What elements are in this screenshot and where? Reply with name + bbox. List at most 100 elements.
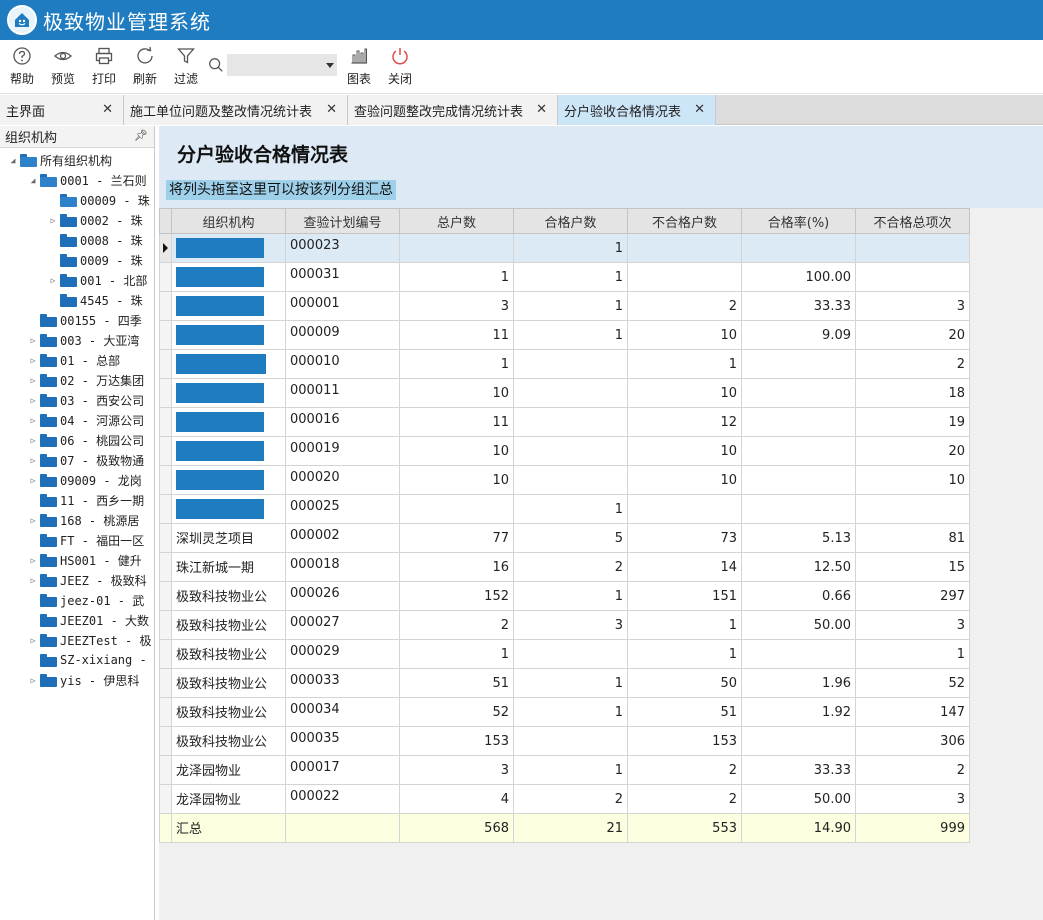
table-cell[interactable]: 000035 — [285, 726, 400, 756]
table-cell[interactable]: 000016 — [285, 407, 400, 437]
table-cell[interactable] — [741, 378, 856, 408]
table-cell[interactable] — [513, 639, 628, 669]
tab-construction-issues[interactable]: 施工单位问题及整改情况统计表 ✕ — [124, 95, 348, 125]
table-cell[interactable] — [741, 407, 856, 437]
row-indicator[interactable] — [159, 552, 172, 582]
column-header[interactable]: 组织机构 — [171, 208, 286, 234]
table-cell[interactable]: 2 — [513, 784, 628, 814]
expand-toggle-icon[interactable]: ▷ — [28, 336, 38, 345]
table-cell[interactable]: 3 — [399, 755, 514, 785]
refresh-button[interactable]: 刷新 — [126, 46, 164, 90]
row-indicator[interactable] — [159, 813, 172, 843]
table-cell[interactable]: 11 — [399, 320, 514, 350]
tree-node[interactable]: 00155 - 四季 — [28, 310, 142, 330]
table-cell[interactable]: 2 — [627, 784, 742, 814]
table-cell[interactable]: 151 — [627, 581, 742, 611]
preview-button[interactable]: 预览 — [44, 46, 82, 90]
table-cell[interactable]: 18 — [855, 378, 970, 408]
tree-node[interactable]: ▷ 0002 - 珠 — [48, 210, 143, 230]
tree-node[interactable]: ◢ 0001 - 兰石则 — [28, 170, 147, 190]
table-cell[interactable]: 极致科技物业公 — [171, 668, 286, 698]
table-cell[interactable]: 73 — [627, 523, 742, 553]
row-indicator[interactable] — [159, 639, 172, 669]
table-cell[interactable]: 1 — [399, 262, 514, 292]
table-row[interactable]: 000011 10 10 18 — [159, 378, 970, 408]
tree-node[interactable]: ▷ 03 - 西安公司 — [28, 390, 144, 410]
table-row[interactable]: 极致科技物业公 000035 153 153 306 — [159, 726, 970, 756]
table-cell[interactable]: 50.00 — [741, 610, 856, 640]
table-cell[interactable]: 15 — [855, 552, 970, 582]
expand-toggle-icon[interactable]: ▷ — [28, 456, 38, 465]
close-icon[interactable]: ✕ — [694, 102, 705, 117]
table-cell[interactable]: 1 — [513, 291, 628, 321]
row-indicator[interactable] — [159, 291, 172, 321]
table-cell[interactable]: 000009 — [285, 320, 400, 350]
tab-inspection-rectification[interactable]: 查验问题整改完成情况统计表 ✕ — [348, 95, 558, 125]
table-cell[interactable]: 50.00 — [741, 784, 856, 814]
table-cell[interactable]: 12.50 — [741, 552, 856, 582]
table-cell[interactable]: 77 — [399, 523, 514, 553]
table-cell[interactable]: 3 — [855, 291, 970, 321]
table-cell[interactable] — [855, 494, 970, 524]
table-cell[interactable]: 51 — [399, 668, 514, 698]
table-cell[interactable] — [171, 349, 286, 379]
table-cell[interactable] — [285, 813, 400, 843]
tree-node[interactable]: 11 - 西乡一期 — [28, 490, 144, 510]
table-cell[interactable]: 0.66 — [741, 581, 856, 611]
table-cell[interactable]: 568 — [399, 813, 514, 843]
table-row[interactable]: 000001 3 1 2 33.33 3 — [159, 291, 970, 321]
table-row[interactable]: 极致科技物业公 000033 51 1 50 1.96 52 — [159, 668, 970, 698]
tree-node[interactable]: ▷ 06 - 桃园公司 — [28, 430, 144, 450]
table-cell[interactable]: 14 — [627, 552, 742, 582]
tree-node[interactable]: ▷ yis - 伊思科 — [28, 670, 139, 690]
table-cell[interactable]: 1 — [855, 639, 970, 669]
table-cell[interactable]: 100.00 — [741, 262, 856, 292]
table-cell[interactable] — [741, 639, 856, 669]
tree-node[interactable]: ▷ JEEZTest - 极 — [28, 630, 151, 650]
table-row[interactable]: 极致科技物业公 000029 1 1 1 — [159, 639, 970, 669]
expand-toggle-icon[interactable]: ▷ — [28, 576, 38, 585]
table-cell[interactable] — [513, 436, 628, 466]
table-cell[interactable]: 50 — [627, 668, 742, 698]
table-cell[interactable]: 3 — [855, 784, 970, 814]
table-row[interactable]: 极致科技物业公 000034 52 1 51 1.92 147 — [159, 697, 970, 727]
expand-toggle-icon[interactable]: ◢ — [28, 176, 38, 185]
print-button[interactable]: 打印 — [85, 46, 123, 90]
table-cell[interactable] — [171, 436, 286, 466]
table-cell[interactable] — [171, 465, 286, 495]
tree-node[interactable]: ▷ 02 - 万达集团 — [28, 370, 144, 390]
table-cell[interactable]: 20 — [855, 436, 970, 466]
search-input[interactable] — [227, 54, 337, 76]
expand-toggle-icon[interactable]: ▷ — [28, 636, 38, 645]
table-cell[interactable] — [741, 436, 856, 466]
table-cell[interactable]: 极致科技物业公 — [171, 639, 286, 669]
table-cell[interactable] — [741, 349, 856, 379]
table-row[interactable]: 000020 10 10 10 — [159, 465, 970, 495]
table-cell[interactable]: 1 — [627, 610, 742, 640]
table-cell[interactable]: 3 — [855, 610, 970, 640]
table-cell[interactable]: 极致科技物业公 — [171, 581, 286, 611]
column-header[interactable]: 不合格户数 — [627, 208, 742, 234]
table-cell[interactable]: 极致科技物业公 — [171, 610, 286, 640]
tree-node[interactable]: ▷ 01 - 总部 — [28, 350, 120, 370]
column-header[interactable]: 查验计划编号 — [285, 208, 400, 234]
table-cell[interactable]: 000027 — [285, 610, 400, 640]
table-cell[interactable]: 1 — [627, 639, 742, 669]
table-cell[interactable] — [171, 378, 286, 408]
table-cell[interactable] — [741, 233, 856, 263]
table-cell[interactable]: 5.13 — [741, 523, 856, 553]
table-row[interactable]: 000010 1 1 2 — [159, 349, 970, 379]
row-indicator[interactable] — [159, 784, 172, 814]
table-cell[interactable]: 4 — [399, 784, 514, 814]
table-cell[interactable] — [171, 320, 286, 350]
table-cell[interactable]: 1 — [513, 697, 628, 727]
table-row[interactable]: 000031 1 1 100.00 — [159, 262, 970, 292]
table-cell[interactable]: 16 — [399, 552, 514, 582]
table-cell[interactable]: 龙泽园物业 — [171, 784, 286, 814]
table-row[interactable]: 极致科技物业公 000027 2 3 1 50.00 3 — [159, 610, 970, 640]
table-cell[interactable]: 52 — [855, 668, 970, 698]
table-cell[interactable]: 000020 — [285, 465, 400, 495]
column-header[interactable]: 合格率(%) — [741, 208, 856, 234]
table-cell[interactable]: 306 — [855, 726, 970, 756]
chart-button[interactable]: 图表 — [340, 46, 378, 90]
